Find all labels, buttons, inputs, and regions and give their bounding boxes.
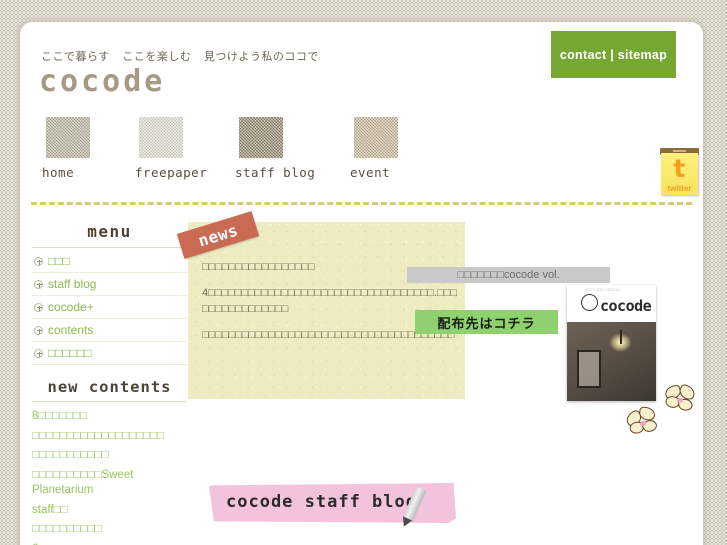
twitter-link[interactable]: t twitter bbox=[660, 148, 699, 196]
fabric-swatch-icon bbox=[239, 117, 283, 158]
magazine-cover-image[interactable]: □□□ □□□ □□□□□ cocode bbox=[567, 285, 656, 401]
nav-item-staff-blog[interactable]: staff blog bbox=[235, 117, 315, 180]
plus-circle-icon bbox=[34, 325, 43, 335]
sidebar-item-label: contents bbox=[48, 323, 94, 337]
news-ribbon-badge: news bbox=[176, 211, 260, 259]
plus-circle-icon bbox=[34, 279, 43, 289]
sidebar-item-label: staff blog bbox=[48, 277, 97, 291]
cover-title: cocode bbox=[600, 297, 652, 315]
nav-label: home bbox=[42, 165, 75, 180]
fabric-swatch-icon bbox=[139, 117, 183, 158]
site-logo[interactable]: cocode bbox=[39, 64, 165, 99]
sidebar-item-staff-blog[interactable]: staff blog bbox=[32, 273, 187, 296]
contact-sitemap-button[interactable]: contact | sitemap bbox=[551, 31, 676, 78]
list-item[interactable]: □□□□□□□□□□ bbox=[32, 522, 187, 537]
news-ribbon-label: news bbox=[195, 219, 241, 251]
plus-circle-icon bbox=[34, 302, 43, 312]
sidebar: menu □□□ staff blog cocode+ contents □□□… bbox=[32, 222, 187, 545]
list-item[interactable]: □□□□□□□□□□□ bbox=[32, 448, 187, 463]
plus-circle-icon bbox=[34, 256, 43, 266]
sidebar-item-4[interactable]: □□□□□□ bbox=[32, 342, 187, 365]
butterfly-icon bbox=[623, 405, 663, 441]
list-item[interactable]: □□□□□□□□□□Sweet Planetarium bbox=[32, 468, 187, 497]
staff-blog-banner[interactable]: cocode staff blog bbox=[209, 483, 456, 525]
news-paragraph: □□□□□□□□□□□□□□□□□□□□□□□□□□□□□□□□□□□□□□ bbox=[202, 328, 455, 341]
fabric-swatch-icon bbox=[46, 117, 90, 158]
nav-label: event bbox=[350, 165, 391, 180]
plus-circle-icon bbox=[34, 348, 43, 358]
cover-tagline: □□□ □□□ □□□□□ bbox=[585, 287, 621, 292]
sidebar-menu-list: □□□ staff blog cocode+ contents □□□□□□ bbox=[32, 250, 187, 365]
sidebar-new-contents-heading: new contents bbox=[32, 378, 187, 402]
butterfly-icon bbox=[662, 382, 700, 417]
list-item[interactable]: □□□□□□□□□□□□□□□□□□□ bbox=[32, 429, 187, 444]
tagline-part-3: 見つけよう私のココで bbox=[203, 51, 319, 63]
cover-logo-icon bbox=[581, 294, 598, 311]
list-item[interactable]: staff□□ bbox=[32, 503, 187, 518]
twitter-icon: t bbox=[673, 154, 686, 183]
sidebar-item-cocode-plus[interactable]: cocode+ bbox=[32, 296, 187, 319]
sidebar-item-label: □□□ bbox=[48, 254, 70, 268]
nav-label: freepaper bbox=[135, 165, 208, 180]
header-divider bbox=[31, 202, 692, 205]
page-container: ここで暮らす ここを楽しむ 見つけよう私のココで cocode contact … bbox=[20, 22, 703, 545]
sidebar-item-label: □□□□□□ bbox=[48, 346, 92, 360]
sidebar-item-label: cocode+ bbox=[48, 300, 94, 314]
sidebar-item-contents[interactable]: contents bbox=[32, 319, 187, 342]
nav-label: staff blog bbox=[235, 165, 316, 180]
nav-item-event[interactable]: event bbox=[350, 117, 398, 180]
twitter-label: twitter bbox=[667, 184, 692, 193]
news-paragraph: 4□□□□□□□□□□□□□□□□□□□□□□□□□□□□□□□□□□.□□□ … bbox=[202, 286, 458, 315]
tagline-part-2: ここを楽しむ bbox=[122, 51, 192, 63]
site-tagline: ここで暮らす ここを楽しむ 見つけよう私のココで bbox=[41, 48, 328, 64]
global-nav: home freepaper staff blog event bbox=[20, 117, 703, 187]
tagline-part-1: ここで暮らす bbox=[41, 51, 110, 63]
promo-title-bar: □□□□□□□cocode vol. bbox=[407, 267, 610, 283]
list-item[interactable]: 8□□□□□□□ bbox=[32, 409, 187, 424]
fabric-swatch-icon bbox=[354, 117, 398, 158]
distribution-cta-button[interactable]: 配布先はコチラ bbox=[415, 310, 558, 334]
sidebar-menu-heading: menu bbox=[32, 222, 187, 248]
cover-masthead: □□□ □□□ □□□□□ cocode bbox=[567, 285, 656, 322]
nav-item-home[interactable]: home bbox=[42, 117, 90, 180]
nav-item-freepaper[interactable]: freepaper bbox=[135, 117, 207, 180]
cover-photo bbox=[567, 322, 656, 401]
sticky-note-icon: t twitter bbox=[661, 153, 698, 195]
staff-blog-title: cocode staff blog bbox=[226, 492, 417, 512]
sidebar-item-0[interactable]: □□□ bbox=[32, 250, 187, 273]
new-contents-list: 8□□□□□□□ □□□□□□□□□□□□□□□□□□□ □□□□□□□□□□□… bbox=[32, 409, 187, 545]
